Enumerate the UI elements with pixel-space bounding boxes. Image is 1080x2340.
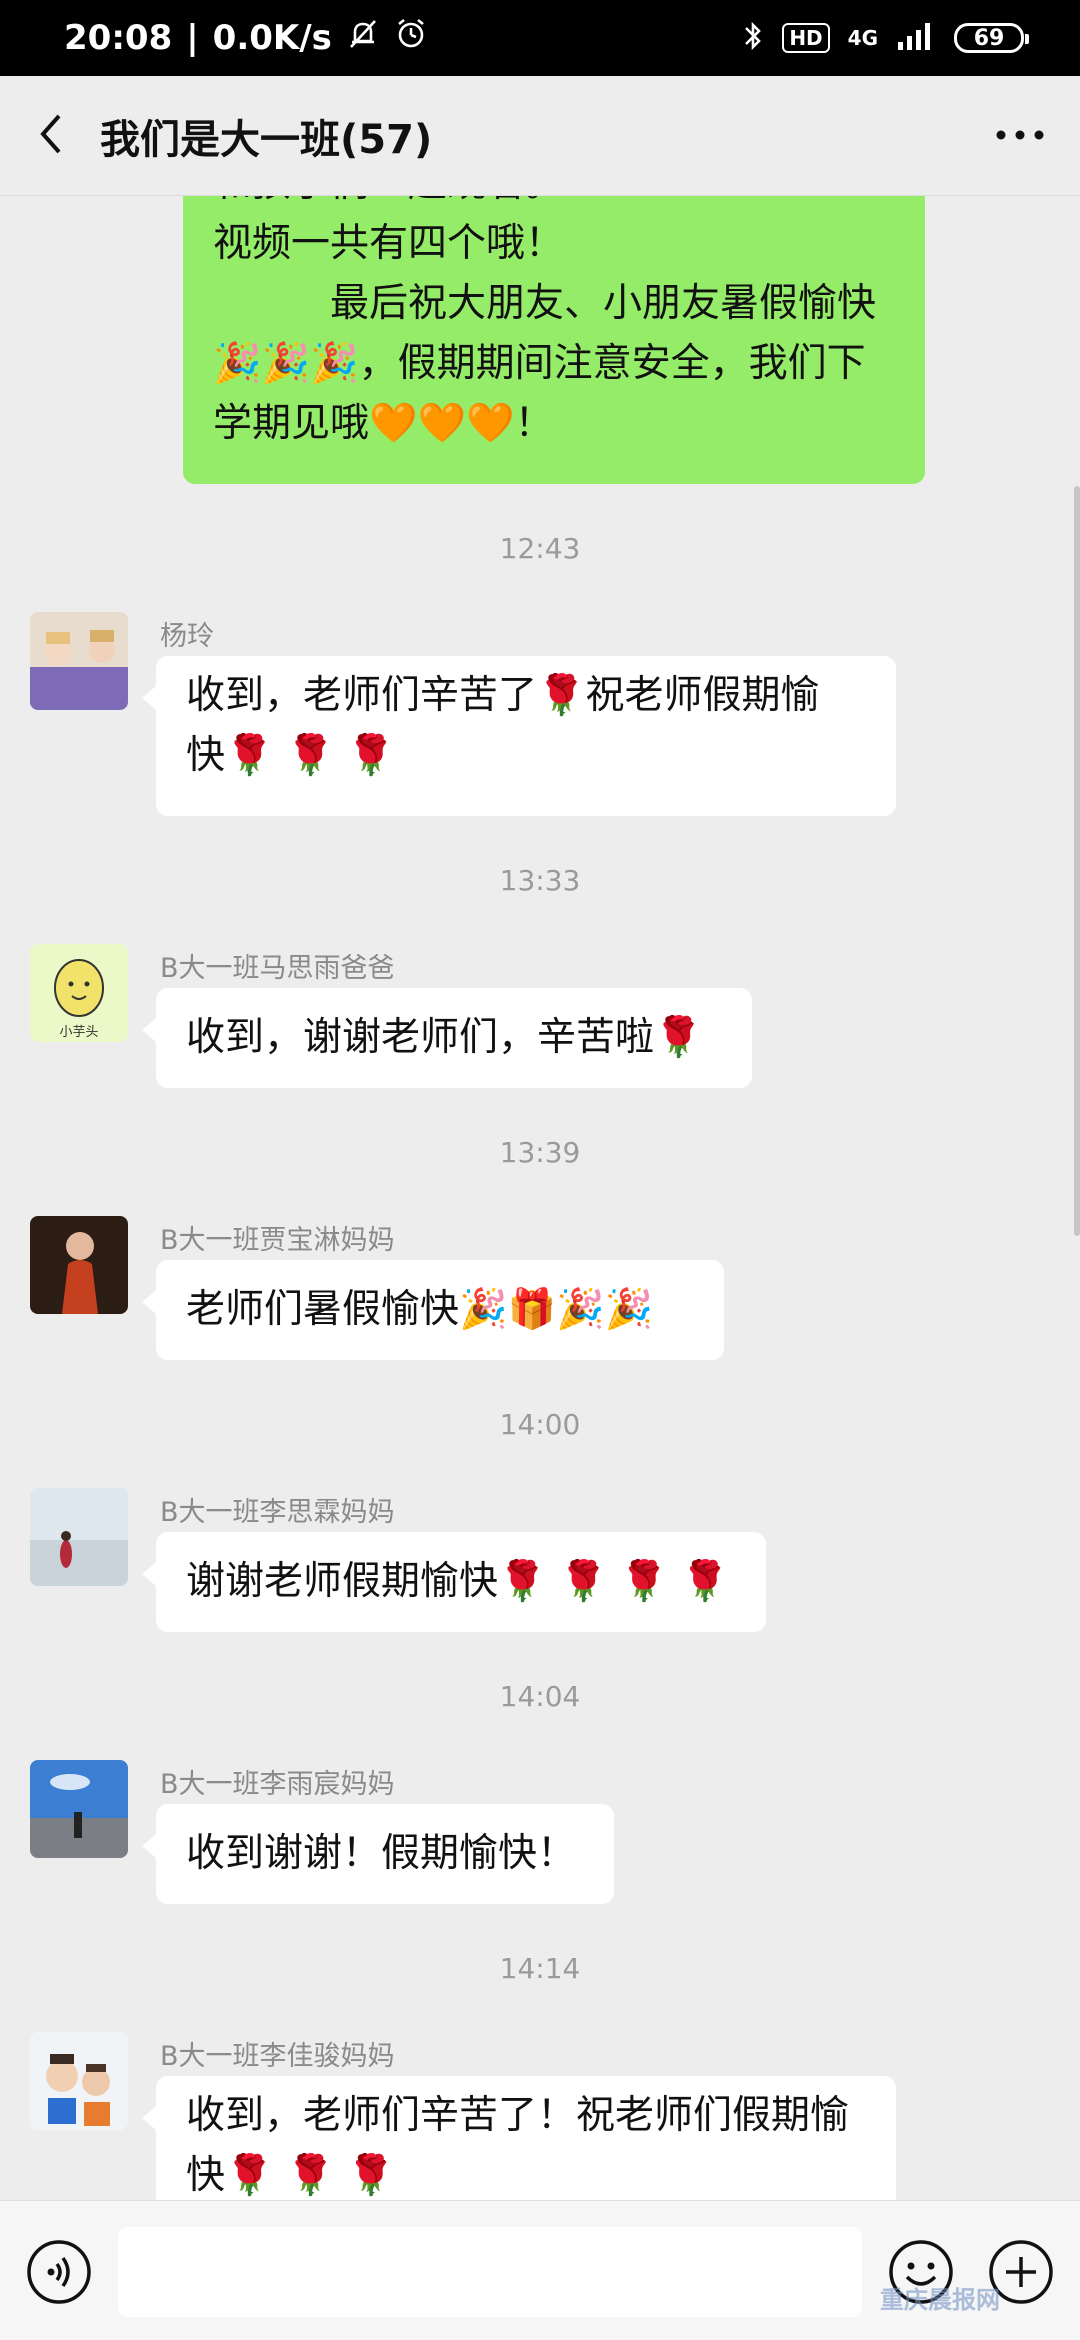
avatar-photo-icon[interactable]: [30, 2032, 128, 2130]
voice-icon: [26, 2240, 92, 2309]
bluetooth-icon: [742, 19, 764, 57]
hd-badge: HD: [782, 23, 830, 53]
smiling-potato-icon[interactable]: 小芋头: [30, 944, 128, 1042]
input-bar: [0, 2200, 1080, 2340]
status-right: HD 4G 69: [742, 19, 1029, 57]
mute-bell-icon: [346, 17, 380, 60]
message-line: 谢谢老师假期愉快🌹 🌹 🌹 🌹: [186, 1559, 730, 1604]
avatar-photo-icon[interactable]: [30, 612, 128, 710]
back-arrow-icon: [35, 110, 65, 162]
sender-name: B大一班马思雨爸爸: [160, 953, 395, 984]
timestamp: 13:39: [499, 1136, 581, 1169]
message-line: 收到，老师们辛苦了！祝老师们假期愉: [186, 2093, 850, 2138]
battery-icon: 69: [954, 23, 1029, 53]
sender-name: B大一班李思霖妈妈: [160, 1497, 395, 1528]
status-left: 20:08 | 0.0K/s: [64, 17, 428, 60]
message-line: 收到谢谢！假期愉快！: [186, 1831, 577, 1876]
more-dots-icon: [995, 126, 1045, 145]
timestamp: 14:00: [499, 1408, 581, 1441]
sender-name: 杨玲: [160, 621, 214, 652]
message-line: 学期见哦🧡🧡🧡！: [213, 401, 554, 446]
received-message[interactable]: 收到，老师们辛苦了！祝老师们假期愉 快🌹 🌹 🌹: [142, 2076, 896, 2200]
timestamp: 13:33: [499, 864, 581, 897]
received-message[interactable]: 谢谢老师假期愉快🌹 🌹 🌹 🌹: [142, 1532, 766, 1632]
avatar-caption: 小芋头: [59, 1025, 98, 1040]
wechat-chat-screen: 20:08 | 0.0K/s HD 4G 69 我们是大一班(57) 视频一共有…: [0, 0, 1080, 2340]
received-message[interactable]: 老师们暑假愉快🎉🎁🎉🎉: [142, 1260, 724, 1360]
sender-name: B大一班李佳骏妈妈: [160, 2041, 395, 2072]
watermark: 重庆晨报网: [880, 2286, 1000, 2314]
network-type: 4G: [847, 26, 878, 50]
received-message[interactable]: 收到谢谢！假期愉快！: [142, 1804, 614, 1904]
signal-icon: [896, 21, 936, 55]
message-input[interactable]: [118, 2227, 862, 2317]
clock: 20:08: [64, 18, 173, 58]
battery-level: 69: [973, 25, 1005, 51]
avatar-photo-icon[interactable]: [30, 1488, 128, 1586]
timestamp: 14:14: [499, 1952, 581, 1985]
more-button[interactable]: [960, 76, 1080, 196]
avatar-photo-icon[interactable]: [30, 1760, 128, 1858]
chat-header: 我们是大一班(57): [0, 76, 1080, 196]
sender-name: B大一班贾宝淋妈妈: [160, 1225, 395, 1256]
received-message[interactable]: 收到，谢谢老师们，辛苦啦🌹: [142, 988, 752, 1088]
timestamp: 14:04: [499, 1680, 581, 1713]
received-message[interactable]: 收到，老师们辛苦了🌹祝老师假期愉 快🌹 🌹 🌹: [142, 656, 896, 816]
alarm-clock-icon: [394, 17, 428, 60]
scrollbar[interactable]: [1074, 486, 1080, 1236]
sender-name: B大一班李雨宸妈妈: [160, 1769, 395, 1800]
message-line: 收到，老师们辛苦了🌹祝老师假期愉: [186, 673, 820, 718]
voice-button[interactable]: [26, 2239, 92, 2305]
status-bar: 20:08 | 0.0K/s HD 4G 69: [0, 0, 1080, 76]
message-line: 和孩子们一起观看。: [213, 196, 895, 214]
message-line: 快🌹 🌹 🌹: [186, 2153, 396, 2198]
message-line: 最后祝大朋友、小朋友暑假愉快: [213, 281, 877, 326]
sent-message[interactable]: 和孩子们一起观看。 视频一共有四个哦！ 最后祝大朋友、小朋友暑假愉快 🎉🎉🎉，假…: [183, 196, 925, 484]
message-list[interactable]: 和孩子们一起观看。 视频一共有四个哦！ 最后祝大朋友、小朋友暑假愉快 🎉🎉🎉，假…: [0, 196, 1080, 2200]
message-line: 收到，谢谢老师们，辛苦啦🌹: [186, 1015, 703, 1060]
chat-title: 我们是大一班(57): [100, 116, 433, 163]
avatar-photo-icon[interactable]: [30, 1216, 128, 1314]
message-line: 🎉🎉🎉，假期期间注意安全，我们下: [213, 341, 866, 386]
message-line: 老师们暑假愉快🎉🎁🎉🎉: [186, 1287, 654, 1332]
timestamp: 12:43: [499, 532, 581, 565]
net-speed: 0.0K/s: [212, 18, 332, 58]
separator: |: [186, 18, 199, 58]
back-button[interactable]: [0, 76, 100, 196]
message-line: 视频一共有四个哦！: [213, 221, 565, 266]
message-line: 快🌹 🌹 🌹: [186, 733, 396, 778]
